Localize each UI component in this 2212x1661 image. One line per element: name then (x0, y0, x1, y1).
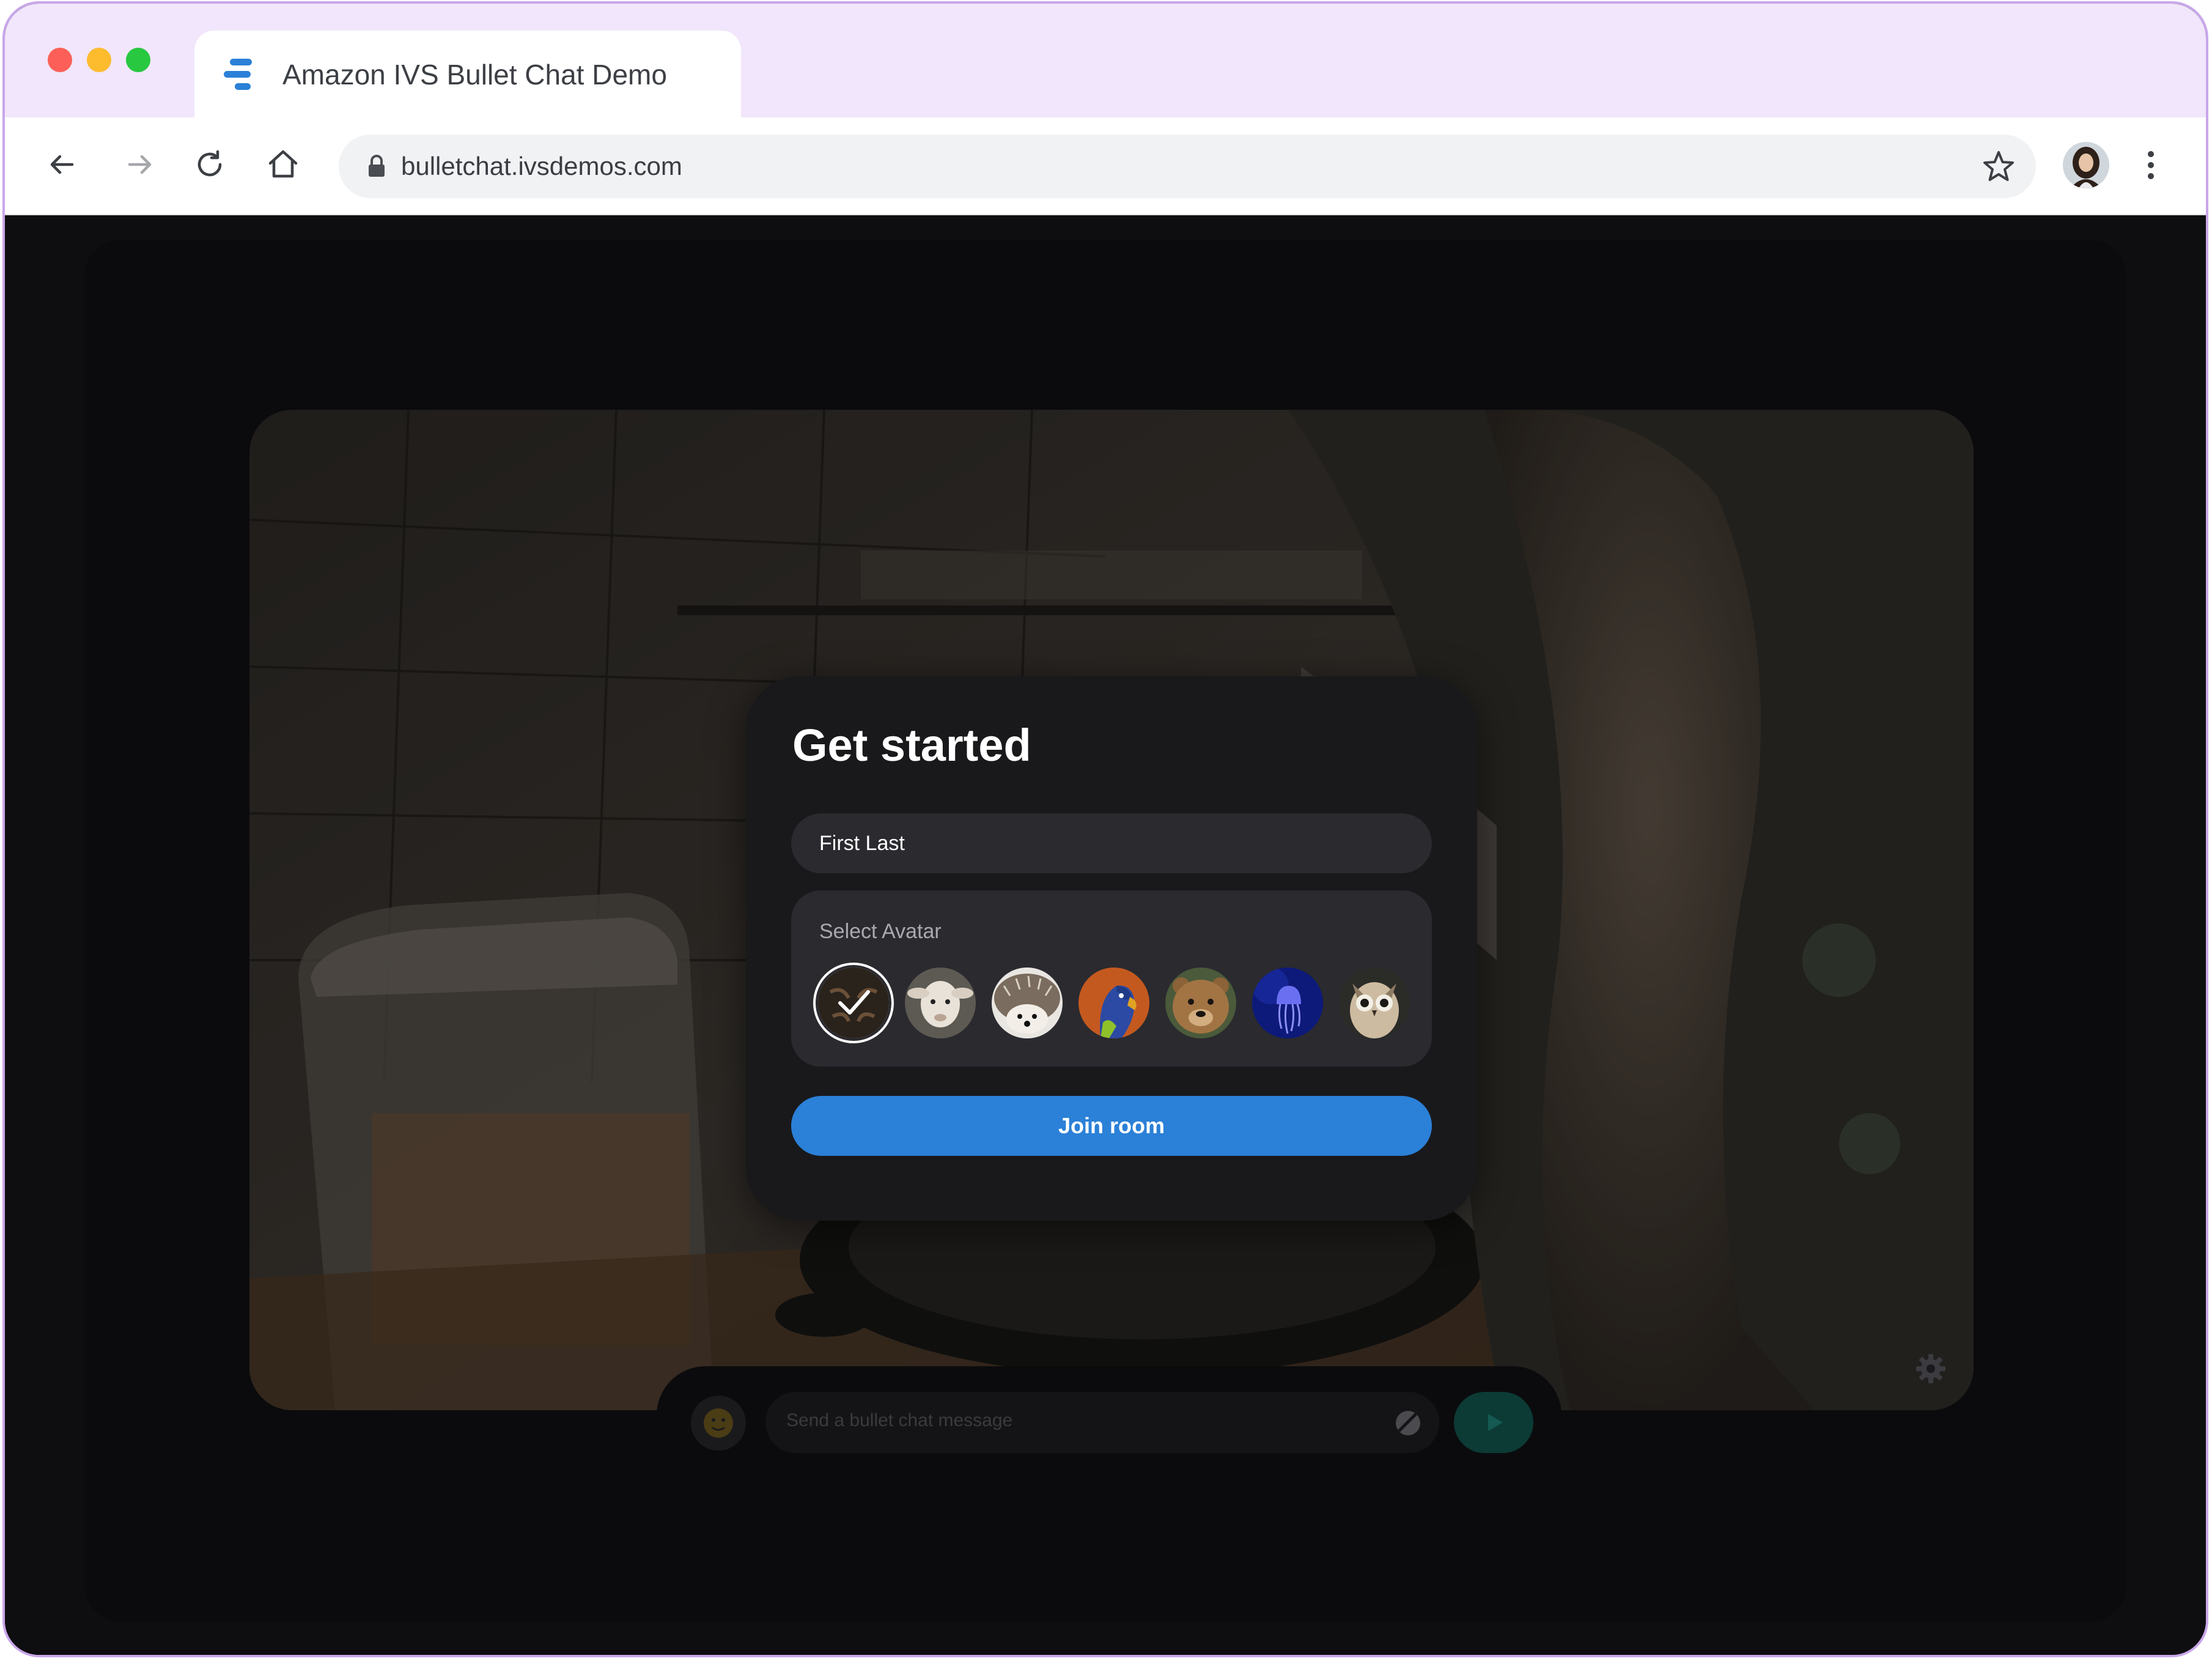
forward-icon (128, 155, 152, 174)
avatar-bear[interactable] (1165, 967, 1236, 1038)
home-icon (268, 150, 298, 178)
profile-avatar[interactable] (2063, 142, 2109, 188)
profile-photo (2063, 142, 2109, 188)
close-window-button[interactable] (48, 48, 72, 72)
reload-button[interactable] (188, 143, 231, 186)
page-content: Send a bullet chat message Get started S… (5, 215, 2206, 1655)
browser-toolbar: bulletchat.ivsdemos.com (5, 117, 2206, 215)
reload-icon (197, 150, 222, 177)
tiger-avatar-image (818, 967, 889, 1038)
avatar-hedgehog[interactable] (992, 967, 1063, 1038)
avatar-parrot[interactable] (1078, 967, 1149, 1038)
forward-button[interactable] (119, 143, 161, 186)
chat-placeholder: Send a bullet chat message (786, 1410, 1013, 1430)
lock-icon (369, 155, 385, 177)
tab-title: Amazon IVS Bullet Chat Demo (282, 59, 667, 91)
avatar-lamb[interactable] (905, 967, 976, 1038)
jellyfish-avatar-image (1252, 967, 1323, 1038)
address-bar[interactable]: bulletchat.ivsdemos.com (339, 135, 2036, 198)
back-icon (50, 155, 74, 174)
parrot-avatar-image (1078, 967, 1149, 1038)
chat-message-input[interactable]: Send a bullet chat message (765, 1392, 1439, 1453)
name-input[interactable] (791, 813, 1432, 873)
send-button[interactable] (1454, 1392, 1533, 1453)
kebab-menu-icon[interactable] (2133, 143, 2169, 187)
browser-tab[interactable]: Amazon IVS Bullet Chat Demo (194, 31, 741, 117)
avatar-jellyfish[interactable] (1252, 967, 1323, 1038)
hedgehog-avatar-image (992, 967, 1063, 1038)
avatar-selector: Select Avatar (791, 890, 1432, 1067)
emoji-button[interactable] (691, 1396, 746, 1451)
minimize-window-button[interactable] (87, 48, 111, 72)
tab-strip: Amazon IVS Bullet Chat Demo (5, 4, 2206, 117)
get-started-dialog: Get started Select Avatar (746, 676, 1477, 1221)
back-button[interactable] (40, 143, 83, 186)
emoji-icon (704, 1408, 733, 1438)
join-room-button[interactable]: Join room (791, 1096, 1432, 1156)
maximize-window-button[interactable] (126, 48, 150, 72)
avatar-owl[interactable] (1339, 967, 1410, 1038)
dialog-title: Get started (792, 720, 1031, 771)
browser-window: Amazon IVS Bullet Chat Demo bulletchat.i… (2, 1, 2208, 1657)
settings-gear-icon[interactable] (1914, 1352, 1948, 1386)
ivs-logo-icon (224, 59, 252, 90)
home-button[interactable] (262, 143, 304, 186)
send-icon (1488, 1414, 1503, 1431)
star-icon[interactable] (1981, 149, 2016, 185)
bear-avatar-image (1165, 967, 1236, 1038)
chat-bar: Send a bullet chat message (657, 1366, 1561, 1464)
lamb-avatar-image (905, 967, 976, 1038)
avatar-tiger[interactable] (818, 967, 889, 1038)
url-text: bulletchat.ivsdemos.com (401, 152, 682, 180)
owl-avatar-image (1339, 967, 1410, 1038)
avatar-label: Select Avatar (819, 920, 942, 943)
color-picker-icon[interactable] (1393, 1408, 1423, 1438)
